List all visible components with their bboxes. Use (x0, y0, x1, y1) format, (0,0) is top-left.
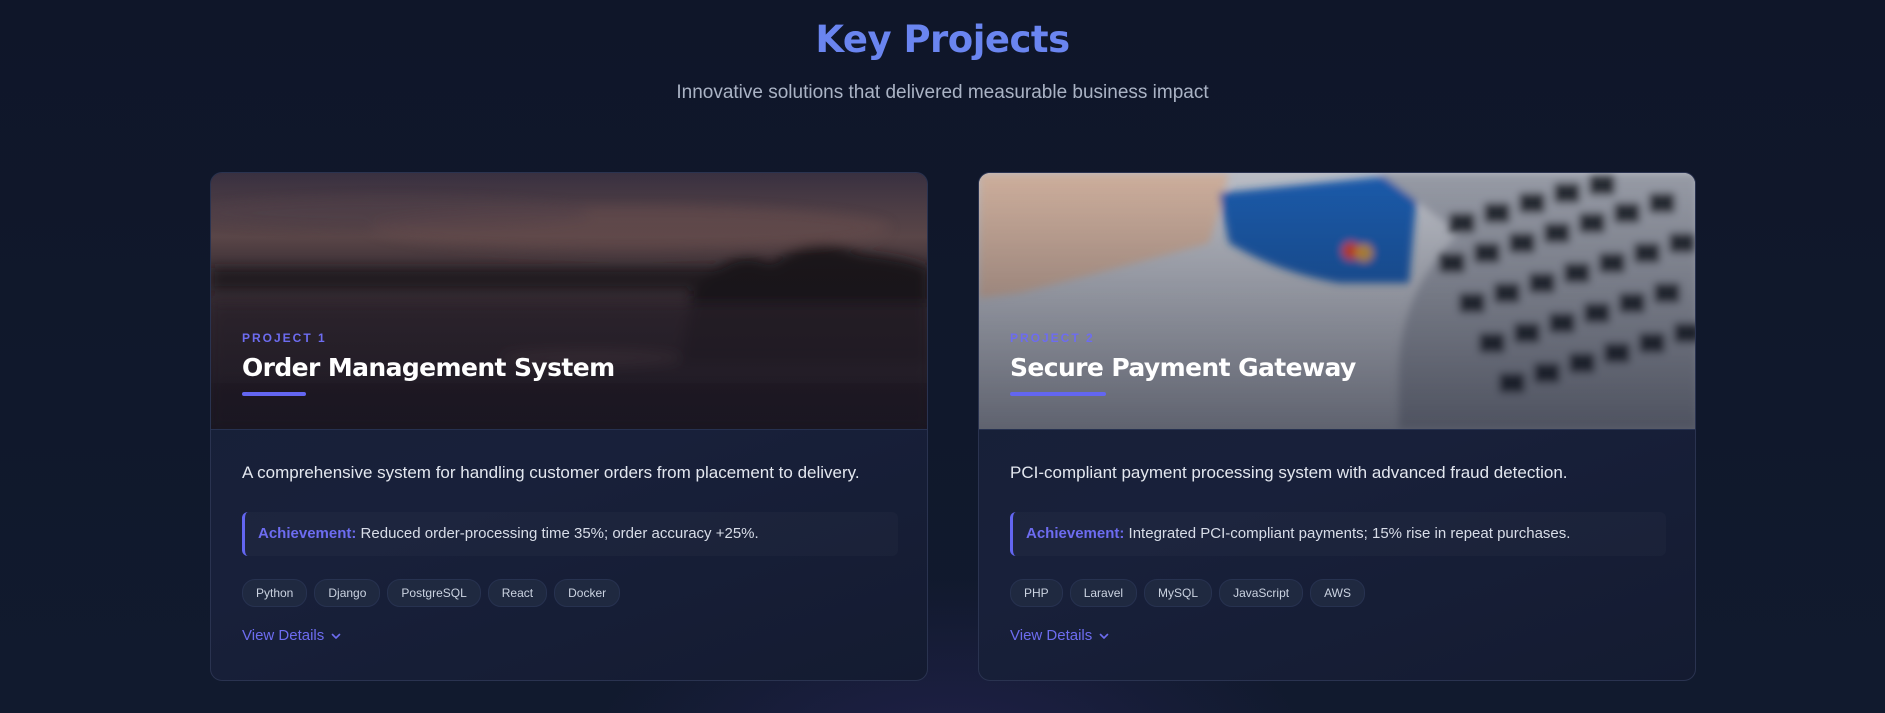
project-title: Secure Payment Gateway (1010, 353, 1356, 382)
view-details-button[interactable]: View Details (242, 627, 342, 644)
project-label: PROJECT 1 (242, 331, 327, 345)
achievement-label: Achievement: (1026, 525, 1125, 542)
section-subtitle: Innovative solutions that delivered meas… (676, 82, 1209, 103)
section-title: Key Projects (815, 18, 1070, 61)
tech-tag: MySQL (1144, 579, 1213, 607)
project-description: A comprehensive system for handling cust… (242, 463, 860, 482)
achievement-text: Integrated PCI-compliant payments; 15% r… (1128, 525, 1571, 542)
tech-tag: Python (242, 579, 308, 607)
project-card-payment-gateway: PROJECT 2 Secure Payment Gateway PCI-com… (978, 172, 1696, 681)
project-description: PCI-compliant payment processing system … (1010, 463, 1568, 482)
achievement-callout: Achievement: Integrated PCI-compliant pa… (1010, 512, 1666, 556)
tech-tag: Laravel (1069, 579, 1138, 607)
view-details-label: View Details (242, 627, 325, 644)
achievement-text: Reduced order-processing time 35%; order… (360, 525, 759, 542)
title-underline (242, 392, 306, 396)
view-details-label: View Details (1010, 627, 1093, 644)
tech-tag: AWS (1310, 579, 1365, 607)
achievement-callout: Achievement: Reduced order-processing ti… (242, 512, 898, 556)
tech-tag: Docker (554, 579, 621, 607)
tech-tag: Django (314, 579, 381, 607)
view-details-button[interactable]: View Details (1010, 627, 1110, 644)
tech-tags: PHP Laravel MySQL JavaScript AWS (1010, 579, 1365, 607)
tech-tag: PostgreSQL (387, 579, 481, 607)
project-image-sunset: PROJECT 1 Order Management System (211, 173, 927, 429)
project-card-order-management: PROJECT 1 Order Management System A comp… (210, 172, 928, 681)
tech-tags: Python Django PostgreSQL React Docker (242, 579, 621, 607)
project-label: PROJECT 2 (1010, 331, 1095, 345)
project-image-payment: PROJECT 2 Secure Payment Gateway (979, 173, 1695, 429)
projects-section: Key Projects Innovative solutions that d… (0, 0, 1885, 713)
project-card-body: A comprehensive system for handling cust… (211, 429, 927, 680)
chevron-down-icon (331, 633, 341, 639)
achievement-label: Achievement: (258, 525, 357, 542)
chevron-down-icon (1099, 633, 1109, 639)
title-underline (1010, 392, 1106, 396)
tech-tag: JavaScript (1219, 579, 1304, 607)
project-title: Order Management System (242, 353, 615, 382)
tech-tag: PHP (1010, 579, 1063, 607)
tech-tag: React (487, 579, 548, 607)
project-card-body: PCI-compliant payment processing system … (979, 429, 1695, 680)
